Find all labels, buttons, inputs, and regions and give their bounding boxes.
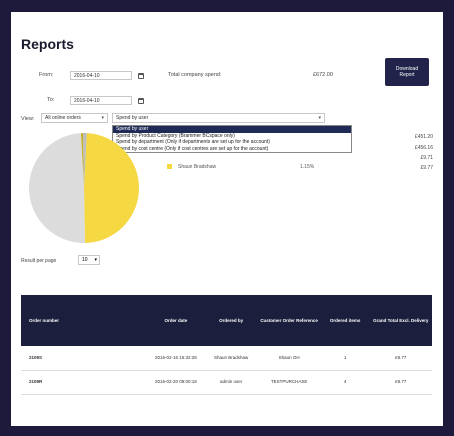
column-header[interactable]: Customer Order Reference xyxy=(258,295,321,346)
legend-name: Shaun Bradshaw xyxy=(178,164,217,170)
ordered-by: Shaun Bradshaw xyxy=(204,346,258,371)
grand-total: £9.77 xyxy=(369,370,432,395)
spend-amount: £451.20 xyxy=(414,134,433,140)
view-label: View: xyxy=(21,116,35,122)
order-number[interactable]: 2109S xyxy=(21,346,148,371)
from-label: From: xyxy=(39,72,54,78)
spend-type-select-value: Spend by user xyxy=(116,115,149,121)
spend-type-dropdown: Spend by user Spend by Product Category … xyxy=(112,125,352,153)
column-header[interactable]: Grand Total Excl. Delivery xyxy=(370,295,432,346)
ordered-by: admin user xyxy=(204,370,258,395)
chevron-down-icon: ▾ xyxy=(101,115,104,121)
dropdown-option[interactable]: Spend by cost centre (Only if cost centr… xyxy=(113,146,351,153)
from-date-input[interactable]: 2016-04-10 xyxy=(70,71,132,80)
grand-total: £9.77 xyxy=(369,346,432,371)
spend-pie-chart xyxy=(28,133,140,243)
order-number[interactable]: 2109R xyxy=(21,370,148,395)
total-spend-value: £672.00 xyxy=(313,72,333,78)
table-header-row: Order number Order date Ordered by Custo… xyxy=(21,295,432,346)
report-page: Reports From: 2016-04-10 To: 2016-04-10 … xyxy=(11,12,443,426)
view-select[interactable]: All online orders ▾ xyxy=(41,113,108,123)
orders-table: Order number Order date Ordered by Custo… xyxy=(21,295,432,395)
spend-type-select[interactable]: Spend by user ▾ xyxy=(112,113,325,123)
results-per-page-select[interactable]: 10 ▾ xyxy=(78,255,100,265)
to-label: To: xyxy=(47,97,55,103)
order-date: 2016-02-16 15:32:28 xyxy=(147,346,205,371)
chevron-down-icon: ▾ xyxy=(94,257,97,263)
view-select-value: All online orders xyxy=(45,115,81,121)
to-date-input[interactable]: 2016-04-10 xyxy=(70,96,132,105)
results-per-page-label: Result per page xyxy=(21,258,57,264)
table-row[interactable]: 2109R 2016-02-20 09:00:18 admin user TES… xyxy=(21,370,432,395)
total-spend-label: Total company spend: xyxy=(168,72,222,78)
column-header[interactable]: Order number xyxy=(21,295,147,346)
column-header[interactable]: Ordered items xyxy=(321,295,370,346)
page-title: Reports xyxy=(21,36,74,52)
results-per-page-value: 10 xyxy=(82,257,88,263)
customer-reference: TESTPURCHASE xyxy=(257,370,321,395)
customer-reference: Shaun OH xyxy=(257,346,321,371)
spend-amount: £9.77 xyxy=(420,165,433,171)
calendar-icon[interactable] xyxy=(138,73,144,79)
spend-amount: £456.16 xyxy=(414,145,433,151)
column-header[interactable]: Order date xyxy=(147,295,205,346)
pie-slice-1 xyxy=(28,133,86,243)
calendar-icon[interactable] xyxy=(138,98,144,104)
ordered-items: 1 xyxy=(320,346,370,371)
chevron-down-icon: ▾ xyxy=(318,115,321,121)
download-report-button[interactable]: Download Report xyxy=(385,58,429,86)
legend-swatch xyxy=(167,164,172,170)
legend-entry: Shaun Bradshaw xyxy=(167,164,216,170)
download-report-label: Download Report xyxy=(395,66,419,78)
table-row[interactable]: 2109S 2016-02-16 15:32:28 Shaun Bradshaw… xyxy=(21,346,432,371)
order-date: 2016-02-20 09:00:18 xyxy=(147,370,205,395)
spend-amount: £9.71 xyxy=(420,155,433,161)
column-header[interactable]: Ordered by xyxy=(205,295,258,346)
legend-percent: 1.15% xyxy=(300,164,315,170)
pie-slice-0 xyxy=(84,133,140,243)
ordered-items: 4 xyxy=(320,370,370,395)
